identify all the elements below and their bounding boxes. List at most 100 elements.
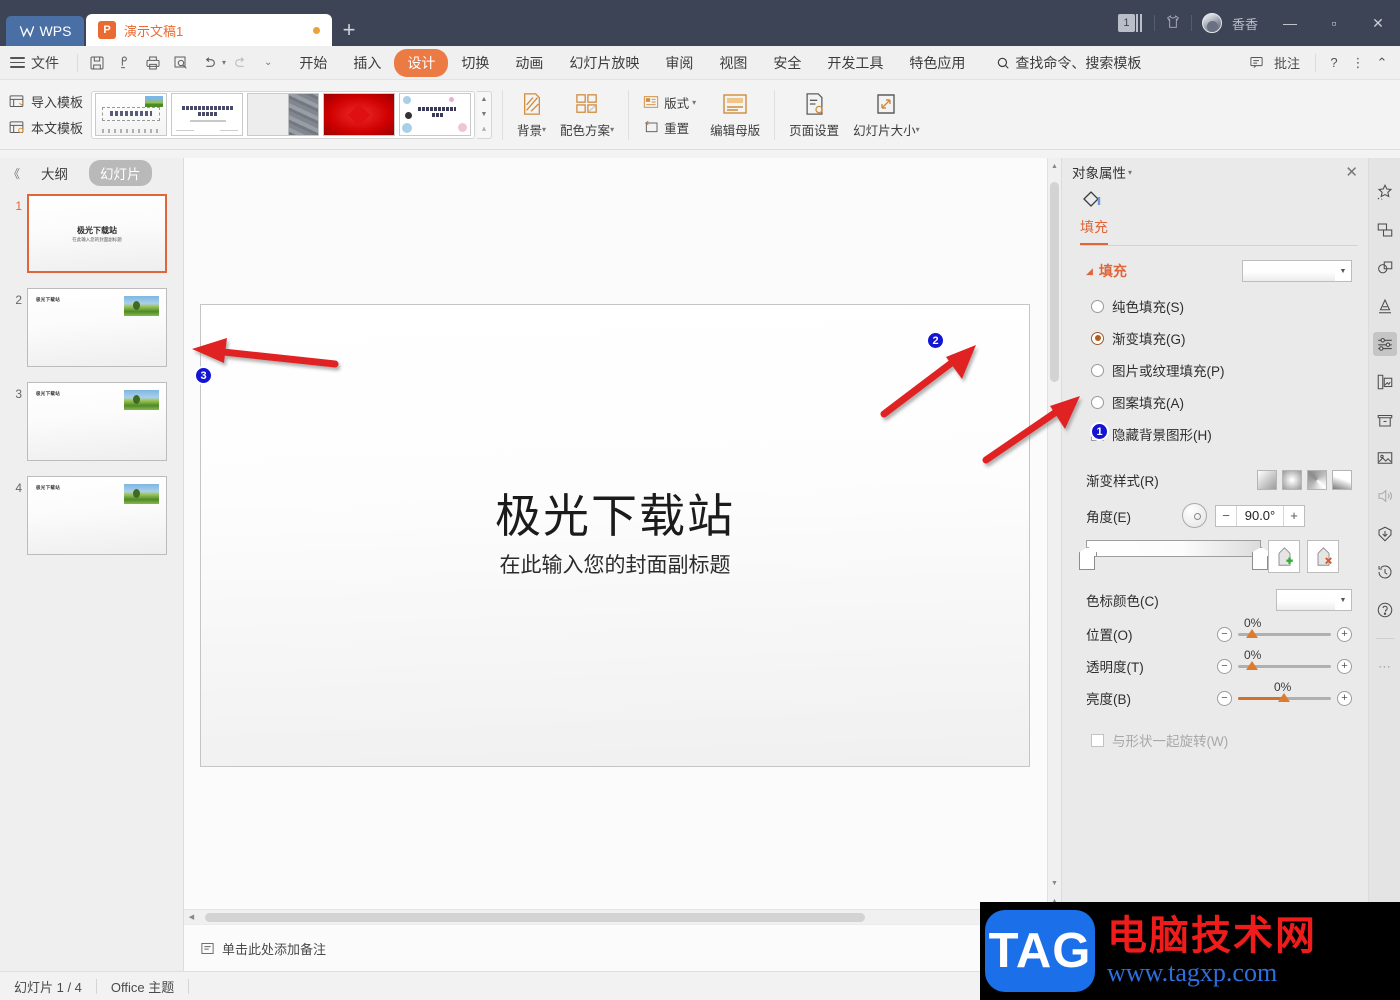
template-thumb-4[interactable] [323, 93, 396, 136]
gradient-stop-end[interactable] [1252, 553, 1268, 570]
print-icon[interactable] [140, 51, 166, 75]
chevron-down-icon[interactable]: ▾ [916, 125, 920, 134]
stop-color-dropdown[interactable]: ▼ [1276, 589, 1352, 611]
gradient-stop-start[interactable] [1079, 553, 1095, 570]
slide-list-item[interactable]: 3 极光下载站 [0, 382, 183, 461]
tab-审阅[interactable]: 审阅 [652, 49, 706, 77]
slide-list-item[interactable]: 4 极光下载站 [0, 476, 183, 555]
panel-dropdown-caret[interactable]: ▾ [1128, 168, 1132, 177]
undo-icon[interactable] [196, 51, 222, 75]
avatar[interactable] [1201, 13, 1222, 33]
minimize-button[interactable]: — [1268, 8, 1312, 38]
template-gallery[interactable] [91, 90, 476, 139]
option-gradient-fill[interactable]: 渐变填充(G) [1086, 328, 1352, 348]
tab-outline[interactable]: 大纲 [30, 160, 79, 186]
gallery-scroll-down-icon[interactable]: ▼ [477, 107, 491, 122]
slide-canvas-area[interactable]: 极光下载站 在此输入您的封面副标题 ▲ ▼ ▲ [184, 158, 1061, 909]
window-count-badge[interactable]: 1 [1117, 14, 1144, 32]
tab-视图[interactable]: 视图 [706, 49, 760, 77]
transparency-decrease-button[interactable]: − [1217, 658, 1232, 674]
more-icon[interactable]: ⋯ [1373, 655, 1397, 679]
account-group[interactable]: 香香 [1192, 12, 1268, 34]
template-thumb-1[interactable] [95, 93, 168, 136]
help-icon[interactable]: ? [1322, 51, 1346, 75]
position-increase-button[interactable]: + [1337, 626, 1352, 642]
gradient-style-rectangular[interactable] [1307, 470, 1327, 490]
angle-value[interactable]: 90.0° [1236, 505, 1284, 526]
canvas-vertical-scrollbar[interactable]: ▲ ▼ ▲ [1047, 158, 1061, 909]
color-scheme-button[interactable]: 配色方案 ▾ [560, 90, 614, 139]
canvas-horizontal-scrollbar[interactable]: ◀ ▶ [184, 909, 1061, 924]
chevron-down-icon[interactable]: ▾ [542, 125, 546, 134]
background-button[interactable]: 背景 ▾ [517, 90, 546, 139]
position-decrease-button[interactable]: − [1217, 626, 1232, 642]
close-panel-icon[interactable]: ✕ [1345, 163, 1358, 181]
transparency-track[interactable]: 0% [1238, 648, 1331, 670]
transparency-increase-button[interactable]: + [1337, 658, 1352, 674]
brightness-track[interactable]: 0% [1238, 680, 1331, 702]
radio-gradient-fill[interactable] [1091, 331, 1104, 345]
brightness-slider-control[interactable]: − 0% + [1217, 680, 1352, 706]
brightness-decrease-button[interactable]: − [1217, 690, 1232, 706]
tab-slides[interactable]: 幻灯片 [89, 160, 152, 186]
object-properties-icon[interactable] [1372, 332, 1397, 356]
transparency-knob[interactable] [1246, 660, 1258, 670]
position-knob[interactable] [1246, 628, 1258, 638]
window-count-group[interactable]: 1 [1108, 12, 1154, 34]
vertical-scroll-thumb[interactable] [1050, 182, 1059, 382]
chevron-down-icon[interactable]: ▼ [1335, 268, 1351, 275]
gradient-style-path[interactable] [1332, 470, 1352, 490]
gradient-style-linear[interactable] [1257, 470, 1277, 490]
chevron-down-icon[interactable]: ▾ [692, 98, 696, 107]
angle-increase-button[interactable]: + [1284, 508, 1304, 523]
template-thumb-5[interactable] [399, 93, 472, 136]
effects-icon[interactable] [1373, 180, 1397, 204]
slide-thumbnail-1[interactable]: 极光下载站 在此输入您的封面副标题 [27, 194, 167, 273]
edit-master-button[interactable]: 编辑母版 [710, 90, 760, 139]
slide-thumbnail-list[interactable]: 1 极光下载站 在此输入您的封面副标题 2 极光下载站 3 极光下载站 4 极光… [0, 188, 183, 971]
align-icon[interactable] [1373, 218, 1397, 242]
qat-customize-caret[interactable]: ⌄ [264, 57, 272, 68]
slide-list-item[interactable]: 1 极光下载站 在此输入您的封面副标题 [0, 194, 183, 273]
collapse-panel-icon[interactable]: 《 [8, 165, 20, 182]
position-slider-control[interactable]: − 0% + [1217, 616, 1352, 642]
angle-dial[interactable] [1182, 503, 1207, 528]
skin-group[interactable] [1155, 12, 1191, 34]
redo-icon[interactable] [228, 51, 254, 75]
tab-开发工具[interactable]: 开发工具 [814, 49, 896, 77]
scroll-up-icon[interactable]: ▲ [1048, 158, 1061, 174]
option-rotate-with-shape[interactable]: 与形状一起旋转(W) [1086, 730, 1352, 750]
fill-section-header[interactable]: ◢ 填充 ▼ [1086, 260, 1352, 282]
option-picture-texture-fill[interactable]: 图片或纹理填充(P) [1086, 360, 1352, 380]
chevron-down-icon[interactable]: ▾ [610, 125, 614, 134]
scroll-left-icon[interactable]: ◀ [184, 913, 199, 921]
page-setup-button[interactable]: 页面设置 [789, 90, 839, 139]
comment-button[interactable]: 批注 [1236, 51, 1309, 75]
radio-solid-fill[interactable] [1091, 299, 1104, 313]
option-pattern-fill[interactable]: 图案填充(A) [1086, 392, 1352, 412]
notes-pane[interactable]: 单击此处添加备注 [184, 924, 1061, 971]
audio-icon[interactable] [1373, 484, 1397, 508]
print-preview-icon[interactable] [168, 51, 194, 75]
shape-icon[interactable] [1373, 256, 1397, 280]
more-options-icon[interactable]: ⋮ [1346, 51, 1370, 75]
brightness-knob[interactable] [1278, 692, 1290, 702]
fill-color-dropdown[interactable]: ▼ [1242, 260, 1352, 282]
save-icon[interactable] [84, 51, 110, 75]
brightness-increase-button[interactable]: + [1337, 690, 1352, 706]
checkbox-rotate-with-shape[interactable] [1091, 733, 1104, 747]
reset-button[interactable]: 重置 [643, 118, 696, 137]
slide-title-textbox[interactable]: 极光下载站 [201, 480, 1029, 546]
theme-label[interactable]: Office 主题 [97, 978, 188, 995]
slide-thumbnail-2[interactable]: 极光下载站 [27, 288, 167, 367]
tab-开始[interactable]: 开始 [286, 49, 340, 77]
slide-list-item[interactable]: 2 极光下载站 [0, 288, 183, 367]
file-menu-button[interactable]: 文件 [0, 53, 71, 73]
add-gradient-stop-button[interactable] [1268, 540, 1300, 573]
maximize-button[interactable]: ▫ [1312, 8, 1356, 38]
slide-thumbnail-4[interactable]: 极光下载站 [27, 476, 167, 555]
gallery-expand-icon[interactable]: ⩓ [477, 122, 491, 137]
picture-layout-icon[interactable] [1373, 370, 1397, 394]
gradient-stop-bar[interactable] [1079, 540, 1268, 570]
skin-icon[interactable] [1165, 14, 1181, 33]
